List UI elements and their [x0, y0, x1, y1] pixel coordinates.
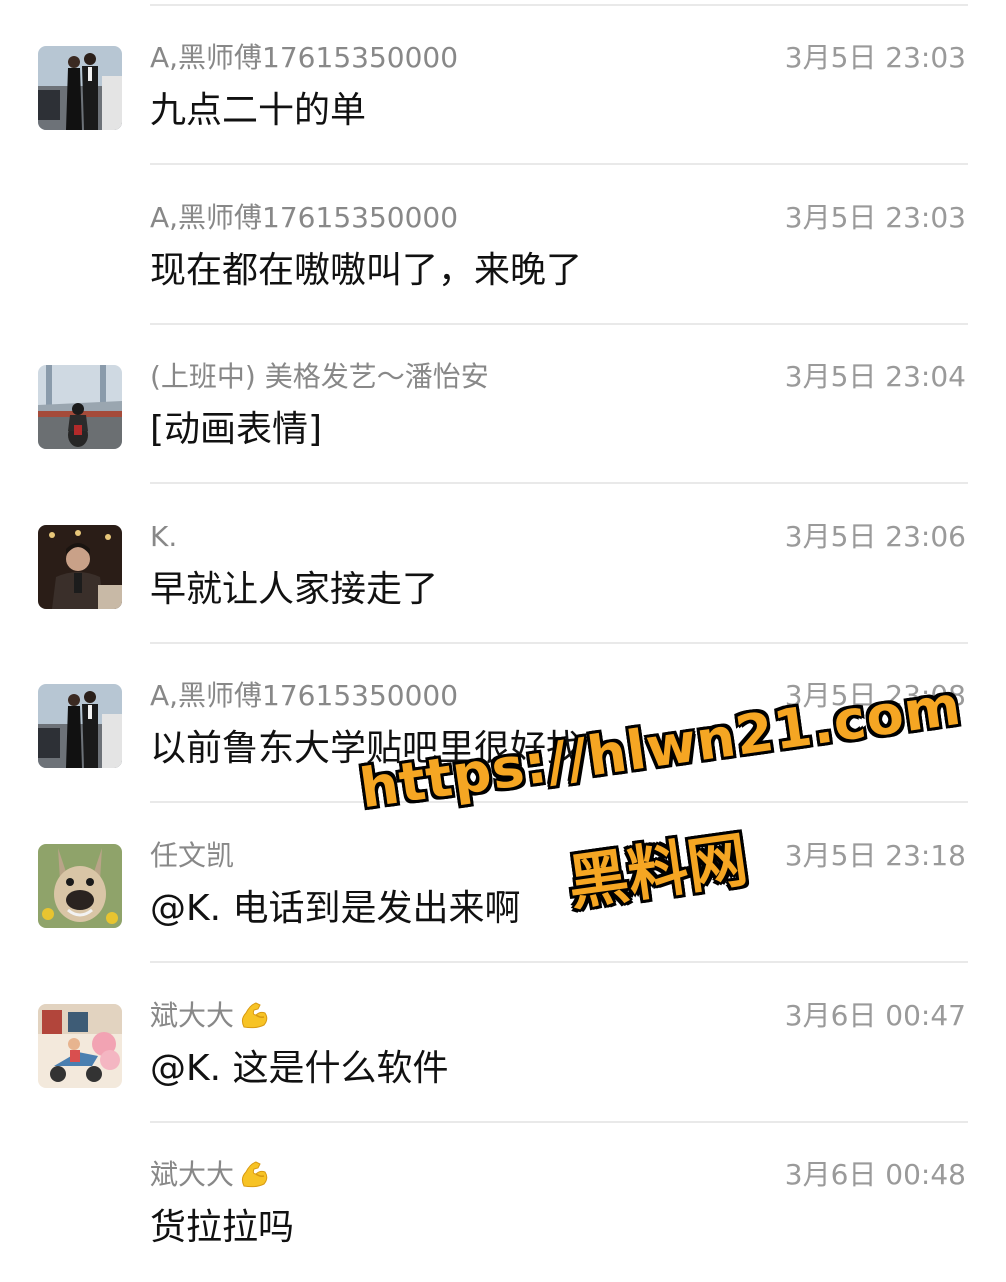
delivery-scooter-avatar[interactable] — [38, 1004, 122, 1088]
message-text[interactable]: 九点二十的单 — [150, 87, 366, 135]
sender-name: K. — [150, 520, 178, 553]
sender-name-text: 斌大大 — [150, 1158, 235, 1191]
message-text[interactable]: 以前鲁东大学贴吧里很好找 — [150, 725, 582, 773]
list-item[interactable]: 任文凯 3月5日 23:18 @K. 电话到是发出来啊 — [0, 803, 1006, 963]
sender-name: 任文凯 — [150, 839, 235, 872]
sender-name: A,黑师傅17615350000 — [150, 41, 459, 74]
list-item[interactable]: A,黑师傅17615350000 3月5日 23:03 现在都在嗷嗷叫了，来晚了 — [0, 165, 1006, 325]
message-text[interactable]: [动画表情] — [150, 406, 322, 454]
message-time: 3月5日 23:03 — [784, 201, 966, 234]
flexed-biceps-icon — [238, 999, 270, 1040]
dog-face-avatar[interactable] — [38, 844, 122, 928]
sender-name: (上班中) 美格发艺～潘怡安 — [150, 360, 489, 393]
sender-name: A,黑师傅17615350000 — [150, 679, 459, 712]
list-item[interactable]: (上班中) 美格发艺～潘怡安 3月5日 23:04 [动画表情] — [0, 324, 1006, 484]
message-text[interactable]: 货拉拉吗 — [150, 1204, 294, 1252]
message-time: 3月5日 23:06 — [784, 520, 966, 553]
sender-name-text: 斌大大 — [150, 999, 235, 1032]
list-item[interactable]: A,黑师傅17615350000 3月5日 23:08 以前鲁东大学贴吧里很好找 — [0, 643, 1006, 803]
message-time: 3月5日 23:04 — [784, 360, 966, 393]
motorcycle-bridge-avatar[interactable] — [38, 365, 122, 449]
man-portrait-avatar[interactable] — [38, 525, 122, 609]
message-text[interactable]: @K. 这是什么软件 — [150, 1045, 449, 1093]
sender-name: 斌大大 — [150, 998, 270, 1040]
message-text[interactable]: 现在都在嗷嗷叫了，来晚了 — [150, 247, 582, 295]
message-time: 3月5日 23:08 — [784, 679, 966, 712]
list-item[interactable]: A,黑师傅17615350000 3月5日 23:03 九点二十的单 — [0, 5, 1006, 165]
list-item[interactable]: K. 3月5日 23:06 早就让人家接走了 — [0, 484, 1006, 644]
list-item[interactable]: 斌大大 3月6日 00:47 @K. 这是什么软件 — [0, 963, 1006, 1123]
message-time: 3月6日 00:47 — [784, 999, 966, 1032]
message-time: 3月5日 23:18 — [784, 839, 966, 872]
message-time: 3月6日 00:48 — [784, 1158, 966, 1191]
sender-name: 斌大大 — [150, 1157, 270, 1199]
message-text[interactable]: @K. 电话到是发出来啊 — [150, 885, 521, 933]
message-text[interactable]: 早就让人家接走了 — [150, 566, 438, 614]
flexed-biceps-icon — [238, 1158, 270, 1199]
sender-name: A,黑师傅17615350000 — [150, 201, 459, 234]
list-item[interactable]: 斌大大 3月6日 00:48 货拉拉吗 — [0, 1122, 1006, 1282]
couple-photo-avatar[interactable] — [38, 46, 122, 130]
couple-photo-avatar[interactable] — [38, 684, 122, 768]
message-time: 3月5日 23:03 — [784, 41, 966, 74]
